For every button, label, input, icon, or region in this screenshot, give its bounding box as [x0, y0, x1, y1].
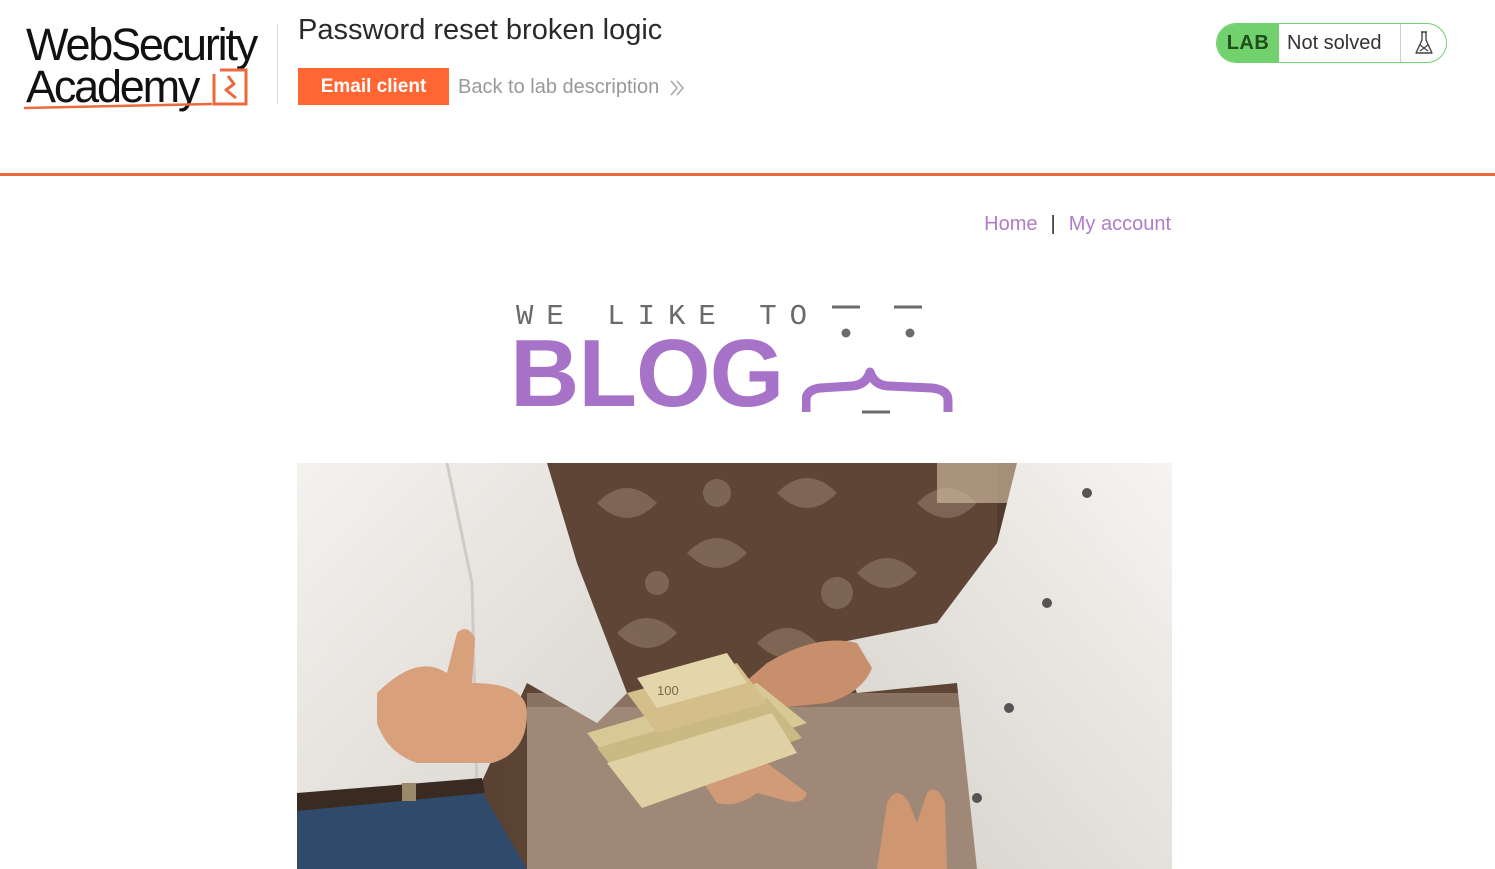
blog-top-links: Home | My account — [984, 213, 1171, 236]
logo-bolt-icon — [23, 68, 248, 110]
double-chevron-right-icon — [670, 79, 685, 96]
blog-banner: WE LIKE TO BLOG — [506, 296, 966, 426]
curly-brace-face-icon — [802, 305, 953, 414]
home-link[interactable]: Home — [984, 213, 1037, 236]
lab-badge: LAB — [1217, 24, 1279, 62]
flask-icon — [1401, 24, 1446, 62]
svg-text:100: 100 — [657, 683, 679, 698]
hero-image-money-handover: 100 — [297, 463, 1172, 869]
banner-title: BLOG — [510, 320, 784, 427]
header-divider — [277, 24, 278, 104]
web-security-academy-logo[interactable]: WebSecurity Academy — [22, 18, 278, 114]
academy-header: WebSecurity Academy Password reset broke… — [0, 0, 1495, 176]
back-link-label: Back to lab description — [458, 76, 660, 98]
lab-status-text: Not solved — [1279, 24, 1401, 62]
nav-separator: | — [1050, 213, 1056, 235]
email-client-button[interactable]: Email client — [298, 68, 449, 105]
back-to-lab-description-link[interactable]: Back to lab description — [458, 76, 685, 99]
my-account-link[interactable]: My account — [1069, 213, 1171, 236]
lab-status-widget: LAB Not solved — [1216, 23, 1447, 63]
lab-title: Password reset broken logic — [298, 14, 663, 46]
